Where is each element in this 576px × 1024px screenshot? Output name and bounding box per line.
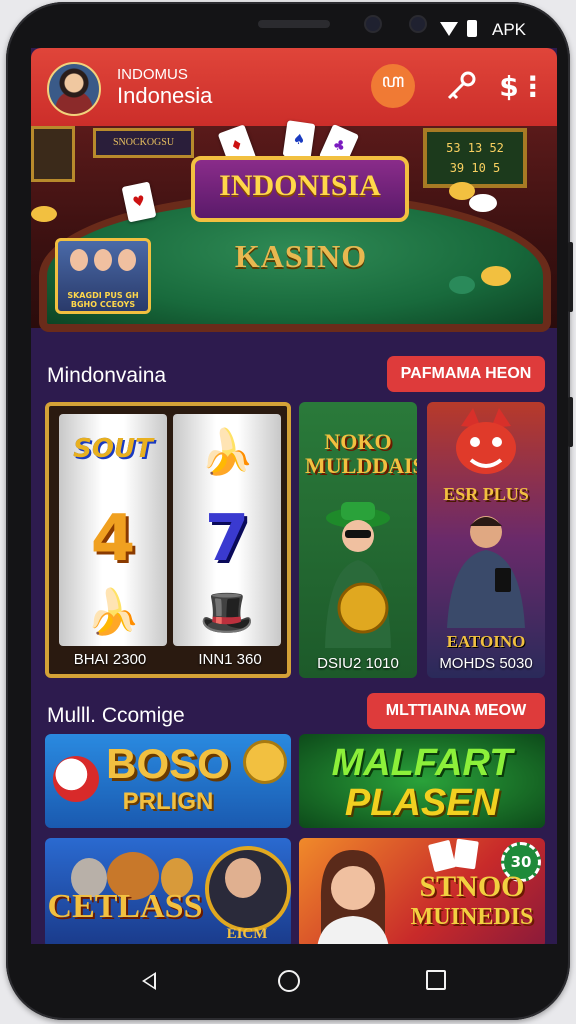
banner-line2: PLASEN [344,782,500,824]
banner-thumbnail[interactable]: SKAGDI PUS GH BGHO CCEOYS [55,238,151,314]
slot-reel: SOUT 4 🍌 [59,414,167,646]
slot-symbol: SOUT [73,434,153,464]
key-icon-glyph [447,71,476,100]
promo-banner-boso[interactable]: BOSO PRLIGN [45,734,291,828]
back-icon[interactable] [142,972,156,990]
playing-card-icon [453,838,479,870]
tile-label: MOHDS 5030 [439,655,533,672]
avatar[interactable] [47,62,101,116]
key-icon[interactable] [439,64,483,108]
battery-icon [467,20,477,37]
slot-symbol: 🍌 [199,427,255,478]
game-tile-esr[interactable]: ESR PLUS EATOINO MOHDS 5030 [427,402,545,678]
slot-symbol: 4 [90,502,136,576]
banner-line2: MUINEDIS [410,904,534,930]
chip-icon [469,194,497,212]
status-bar: APK [6,14,570,44]
character-illustration [447,516,525,628]
chip-icon [449,276,475,294]
fox-mascot-icon [456,408,516,474]
banner-sign: SNOCKOGSU [93,128,194,158]
power-button [568,397,573,447]
board-line: 39 10 5 [449,161,501,175]
playing-card-icon: ♥ [121,181,157,223]
volume-button [568,242,573,312]
recent-apps-icon[interactable] [426,970,446,990]
status-label: APK [492,20,527,39]
person-icon [94,249,112,271]
slot-reel: 🍌 7 🎩 [173,414,281,646]
wall-frame [31,126,75,182]
wallet-menu-icon[interactable]: $⋮ [499,64,546,108]
section-title: Mindonvaina [47,364,167,387]
section-action-button[interactable]: PAFMAMA HEON [387,356,545,392]
banner-line1: STNOO [419,870,525,903]
hero-banner[interactable]: SNOCKOGSU 53 13 52 39 10 5 ♥ ♦ ♠ ♣ INDON… [31,120,557,332]
phone-frame: APK INDOMUS Indonesia ꦲ $⋮ SNOCKOGSU 53 … [6,2,573,1020]
chip-icon [31,206,57,222]
section-title: Mulll. Ccomige [47,704,185,727]
brand-name-top: INDOMUS [117,66,188,83]
home-icon[interactable] [278,970,300,992]
tile-title: ESR PLUS [443,484,529,504]
banner-subtitle: KASINO [234,238,368,274]
person-icon [225,858,261,898]
section-action-button[interactable]: MLTTIAINA MEOW [367,693,545,729]
playing-card-icon: ♠ [282,120,316,160]
person-icon [118,249,136,271]
thumbnail-caption: SKAGDI PUS GH BGHO CCEOYS [67,291,139,309]
tile-label: INN1 360 [198,651,262,668]
score-board: 53 13 52 39 10 5 [423,128,527,188]
app-header: INDOMUS Indonesia ꦲ $⋮ [31,48,557,126]
tile-label: DSIU2 1010 [317,655,399,672]
banner-line2: PRLIGN [122,788,214,815]
coin-icon [243,740,287,784]
board-line: 53 13 52 [446,141,504,155]
banner-line1: CETLASS [47,888,203,925]
promo-banner-cetlass[interactable]: CETLASS EICM [45,838,291,944]
banner-line2: EICM [226,926,268,942]
tile-title: NOKO MULDDAIS [305,429,417,478]
slot-symbol: 🍌 [85,587,141,638]
host-illustration [317,850,389,944]
slot-machine-tile[interactable]: SOUT 4 🍌 🍌 7 🎩 BHAI 2300 INN1 360 [45,402,291,678]
brand-name-bottom: Indonesia [117,83,213,108]
game-tile-noko[interactable]: NOKO MULDDAIS DSIU2 1010 [299,402,417,678]
language-icon[interactable]: ꦲ [371,64,415,108]
character-illustration [325,502,391,648]
app-screen: INDOMUS Indonesia ꦲ $⋮ SNOCKOGSU 53 13 5… [31,48,557,944]
banner-title: INDONISIA [191,156,409,222]
person-icon [70,249,88,271]
tile-subtitle: EATOINO [446,632,526,651]
banner-line1: MALFART [331,742,513,784]
signal-icon [440,22,458,36]
system-nav-bar [6,950,570,1010]
promo-banner-malfart[interactable]: MALFART PLASEN [299,734,545,828]
promo-banner-stnoo[interactable]: 30 STNOO MUINEDIS [299,838,545,944]
chip-icon [481,266,511,286]
slot-symbol: 🎩 [199,587,255,638]
slot-symbol: 7 [204,502,250,576]
tile-label: BHAI 2300 [73,651,147,668]
playing-card-icon [427,839,457,873]
